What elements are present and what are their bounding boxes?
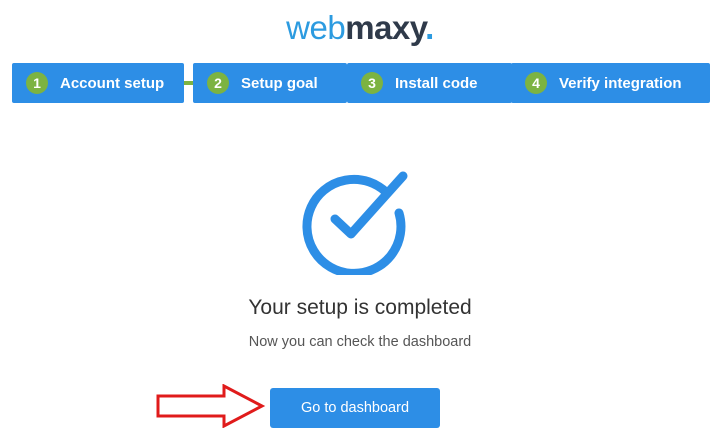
step-label: Account setup <box>60 74 165 92</box>
step-install-code[interactable]: 3 Install code <box>347 63 512 103</box>
setup-progress-steps: 1 Account setup 2 Setup goal 3 Install c… <box>12 63 710 103</box>
red-outline-arrow-icon <box>156 384 266 428</box>
step-account-setup[interactable]: 1 Account setup <box>12 63 184 103</box>
step-label: Setup goal <box>241 74 318 92</box>
step-label: Verify integration <box>559 74 682 92</box>
step-number-badge: 3 <box>361 72 383 94</box>
completion-title: Your setup is completed <box>248 296 472 319</box>
logo-web-text: web <box>286 9 346 46</box>
logo-maxy-text: maxy <box>345 9 426 46</box>
step-verify-integration[interactable]: 4 Verify integration <box>511 63 710 103</box>
step-number-badge: 2 <box>207 72 229 94</box>
step-label: Install code <box>395 74 478 92</box>
setup-complete-page: webmaxy. 1 Account setup 2 Setup goal 3 … <box>0 0 720 438</box>
step-connector <box>184 81 193 85</box>
step-number-badge: 4 <box>525 72 547 94</box>
go-to-dashboard-button[interactable]: Go to dashboard <box>270 388 440 428</box>
logo-dot: . <box>425 9 434 46</box>
step-number-badge: 1 <box>26 72 48 94</box>
step-setup-goal[interactable]: 2 Setup goal <box>193 63 347 103</box>
completion-subtitle: Now you can check the dashboard <box>248 334 472 350</box>
check-circle-icon <box>302 171 408 275</box>
webmaxy-logo: webmaxy. <box>0 8 720 48</box>
